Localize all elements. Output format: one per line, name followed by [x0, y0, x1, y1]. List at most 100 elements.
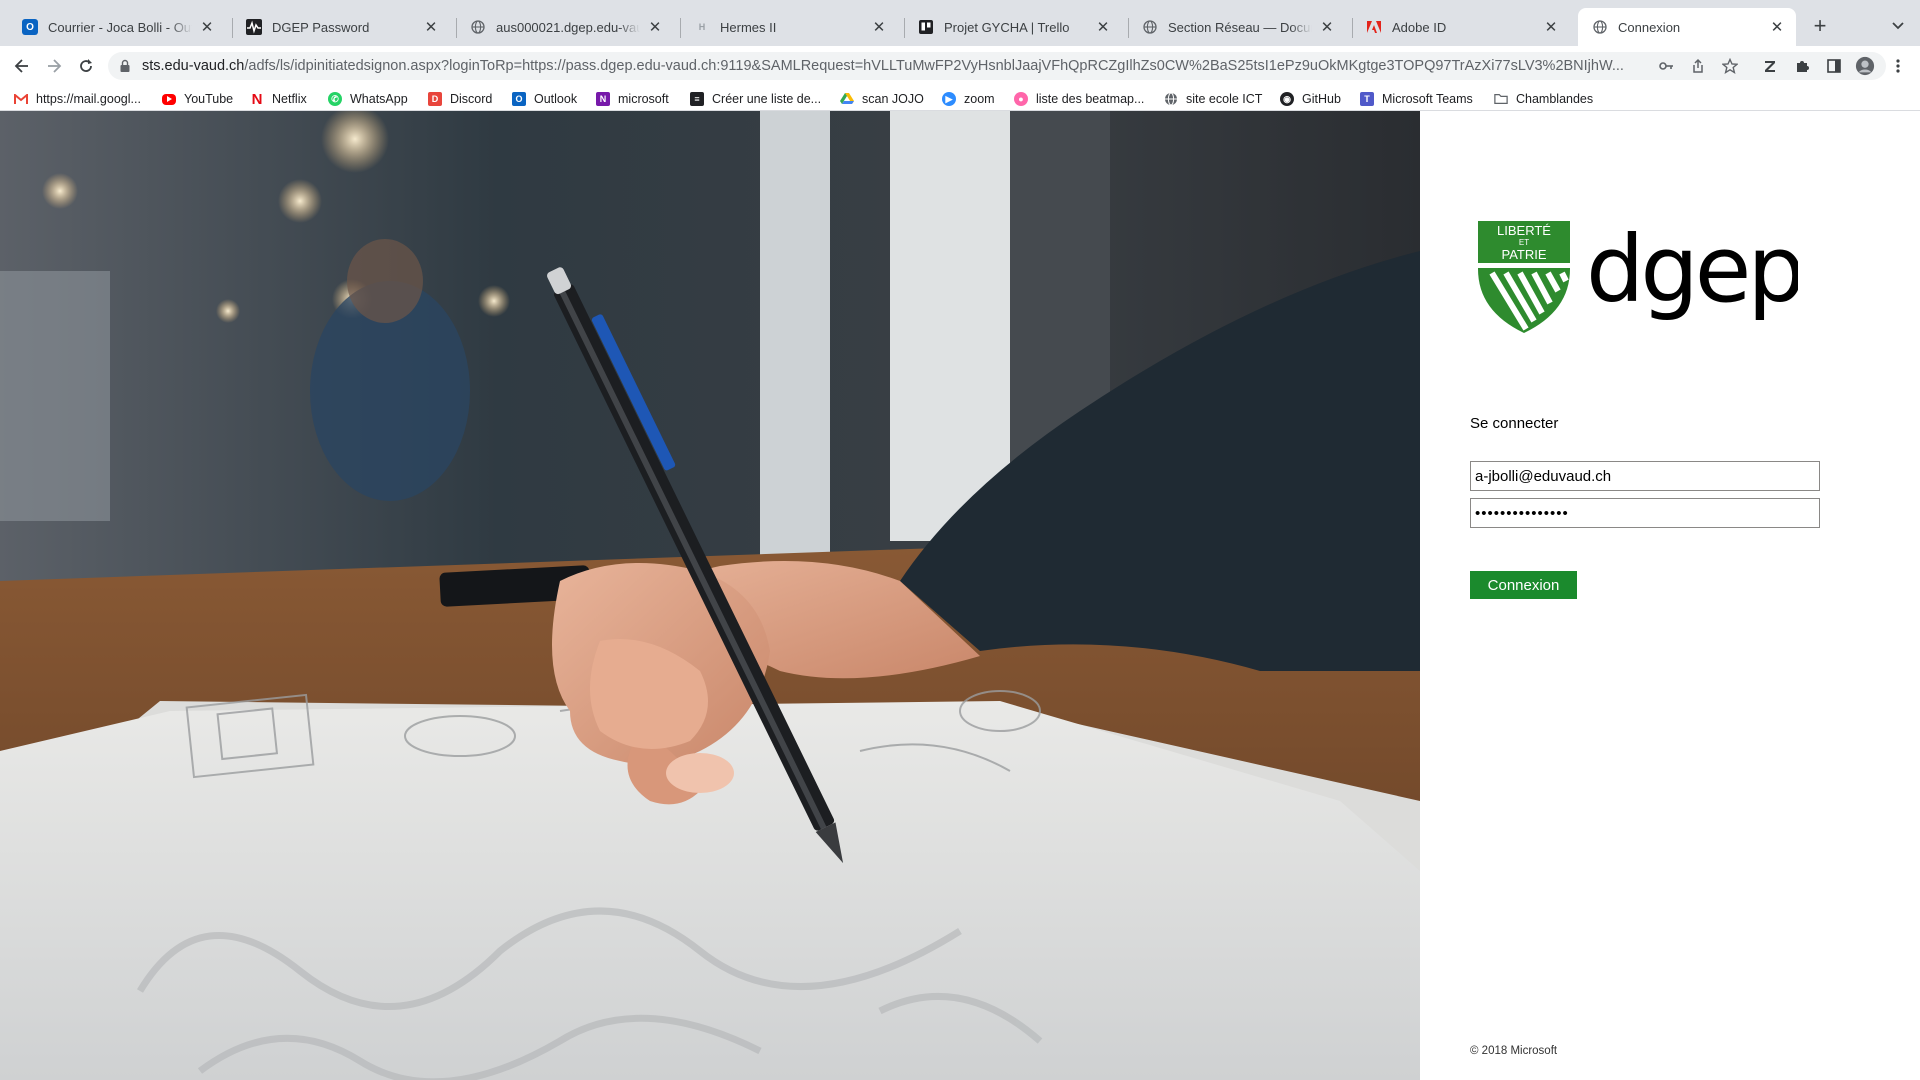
bookmark-youtube[interactable]: YouTube — [162, 89, 233, 109]
tab-title: Adobe ID — [1392, 19, 1447, 35]
hermes-icon: H — [698, 22, 706, 32]
profile-avatar-icon[interactable] — [1855, 56, 1875, 76]
bookmark-discord[interactable]: D Discord — [428, 89, 492, 109]
tab-title: aus000021.dgep.edu-vaud.ch — [496, 19, 640, 35]
tab-trello[interactable]: Projet GYCHA | Trello ✕ — [904, 8, 1122, 46]
lock-icon[interactable] — [118, 59, 132, 73]
close-icon[interactable]: ✕ — [1318, 18, 1336, 36]
globe-icon — [470, 19, 486, 35]
tab-title: Courrier - Joca Bolli - Outlook — [48, 19, 192, 35]
url-text: sts.edu-vaud.ch/adfs/ls/idpinitiatedsign… — [142, 58, 1672, 74]
footer-copyright: © 2018 Microsoft — [1470, 1045, 1558, 1057]
dgep-logo: LIBERTÉ ET PATRIE dgep — [1478, 216, 1806, 341]
bookmark-label: YouTube — [184, 92, 234, 106]
bookmark-label: Microsoft Teams — [1382, 92, 1473, 106]
tab-title: DGEP Password — [272, 19, 370, 35]
tab-connexion[interactable]: Connexion ✕ — [1578, 8, 1796, 46]
connexion-button[interactable]: Connexion — [1470, 571, 1577, 599]
tab-adobe[interactable]: Adobe ID ✕ — [1352, 8, 1570, 46]
drive-icon — [840, 92, 854, 106]
pulse-icon — [246, 19, 262, 35]
close-icon[interactable]: ✕ — [198, 18, 216, 36]
bookmark-label: scan JOJO — [862, 92, 924, 106]
globe-icon — [1164, 92, 1178, 106]
bookmark-label: microsoft — [618, 92, 669, 106]
tab-title: Hermes II — [720, 19, 777, 35]
bookmark-label: Netflix — [272, 92, 307, 106]
bookmarks-bar: https://mail.googl... YouTube N Netflix … — [0, 86, 1920, 111]
bookmark-scan-jojo[interactable]: scan JOJO — [840, 89, 924, 109]
bookmark-gmail[interactable]: https://mail.googl... — [14, 89, 141, 109]
tab-dgep-password[interactable]: DGEP Password ✕ — [232, 8, 450, 46]
shield-motto-line1: LIBERTÉ — [1497, 223, 1551, 238]
reload-icon[interactable] — [72, 52, 100, 80]
adobe-icon — [1366, 19, 1382, 35]
tab-title: Connexion — [1618, 19, 1681, 35]
close-icon[interactable]: ✕ — [1542, 18, 1560, 36]
close-icon[interactable]: ✕ — [646, 18, 664, 36]
shield-motto-line2: ET — [1519, 238, 1529, 247]
youtube-icon — [162, 93, 176, 105]
background-illustration — [0, 111, 1420, 1080]
tab-outlook[interactable]: O Courrier - Joca Bolli - Outlook ✕ — [8, 8, 226, 46]
page-content: LIBERTÉ ET PATRIE dgep Se connecter Conn… — [0, 111, 1920, 1080]
dgep-wordmark: dgep — [1586, 221, 1798, 323]
bookmark-label: Chamblandes — [1516, 92, 1594, 106]
bookmark-whatsapp[interactable]: ✆ WhatsApp — [328, 89, 408, 109]
address-bar[interactable]: sts.edu-vaud.ch/adfs/ls/idpinitiatedsign… — [108, 52, 1886, 80]
side-panel-icon[interactable] — [1824, 56, 1844, 76]
share-icon[interactable] — [1688, 56, 1708, 76]
bookmark-beatmaps[interactable]: ● liste des beatmap... — [1014, 89, 1144, 109]
back-icon[interactable] — [8, 52, 36, 80]
tab-title: Projet GYCHA | Trello — [944, 19, 1070, 35]
close-icon[interactable]: ✕ — [422, 18, 440, 36]
tab-section-reseau[interactable]: Section Réseau — Documentation ✕ — [1128, 8, 1346, 46]
discord-icon: D — [428, 92, 442, 106]
browser-toolbar: sts.edu-vaud.ch/adfs/ls/idpinitiatedsign… — [0, 46, 1920, 86]
bookmark-label: https://mail.googl... — [36, 92, 141, 106]
bookmark-outlook[interactable]: O Outlook — [512, 89, 577, 109]
bookmark-folder-chamblandes[interactable]: Chamblandes — [1494, 89, 1593, 109]
bookmark-microsoft-teams[interactable]: T Microsoft Teams — [1360, 89, 1473, 109]
username-input[interactable] — [1470, 461, 1820, 491]
bookmark-label: GitHub — [1302, 92, 1341, 106]
outlook-icon: O — [512, 92, 526, 106]
trello-icon — [918, 19, 934, 35]
bookmark-github[interactable]: ◉ GitHub — [1280, 89, 1341, 109]
tab-aus000021[interactable]: aus000021.dgep.edu-vaud.ch ✕ — [456, 8, 674, 46]
close-icon[interactable]: ✕ — [1768, 18, 1786, 36]
list-icon: ≡ — [690, 92, 704, 106]
zotero-extension-icon[interactable] — [1760, 56, 1780, 76]
bookmark-creer-liste[interactable]: ≡ Créer une liste de... — [690, 89, 821, 109]
bookmark-star-icon[interactable] — [1720, 56, 1740, 76]
bookmark-label: WhatsApp — [350, 92, 408, 106]
close-icon[interactable]: ✕ — [870, 18, 888, 36]
folder-icon — [1494, 92, 1508, 106]
netflix-icon: N — [251, 90, 263, 108]
bookmark-label: Outlook — [534, 92, 578, 106]
tab-strip: O Courrier - Joca Bolli - Outlook ✕ DGEP… — [0, 0, 1920, 46]
bookmark-microsoft[interactable]: N microsoft — [596, 89, 669, 109]
close-icon[interactable]: ✕ — [1094, 18, 1112, 36]
bookmark-label: site ecole ICT — [1186, 92, 1263, 106]
shield-motto-line3: PATRIE — [1501, 247, 1546, 262]
extensions-puzzle-icon[interactable] — [1792, 56, 1812, 76]
forward-icon[interactable] — [40, 52, 68, 80]
browser-menu-icon[interactable] — [1888, 56, 1908, 76]
whatsapp-icon: ✆ — [328, 92, 342, 106]
zoom-icon: ▶ — [942, 92, 956, 106]
bookmark-site-ecole-ict[interactable]: site ecole ICT — [1164, 89, 1262, 109]
key-icon[interactable] — [1656, 56, 1676, 76]
tab-search-icon[interactable] — [1884, 12, 1912, 40]
new-tab-button[interactable]: + — [1806, 12, 1834, 40]
github-icon: ◉ — [1280, 92, 1294, 106]
bookmark-label: zoom — [964, 92, 995, 106]
onenote-icon: N — [596, 92, 610, 106]
password-input[interactable] — [1470, 498, 1820, 528]
bookmark-netflix[interactable]: N Netflix — [250, 89, 307, 109]
bookmark-label: Discord — [450, 92, 493, 106]
tab-hermes[interactable]: H Hermes II ✕ — [680, 8, 898, 46]
teams-icon: T — [1360, 92, 1374, 106]
bookmark-zoom[interactable]: ▶ zoom — [942, 89, 995, 109]
globe-icon — [1592, 19, 1608, 35]
